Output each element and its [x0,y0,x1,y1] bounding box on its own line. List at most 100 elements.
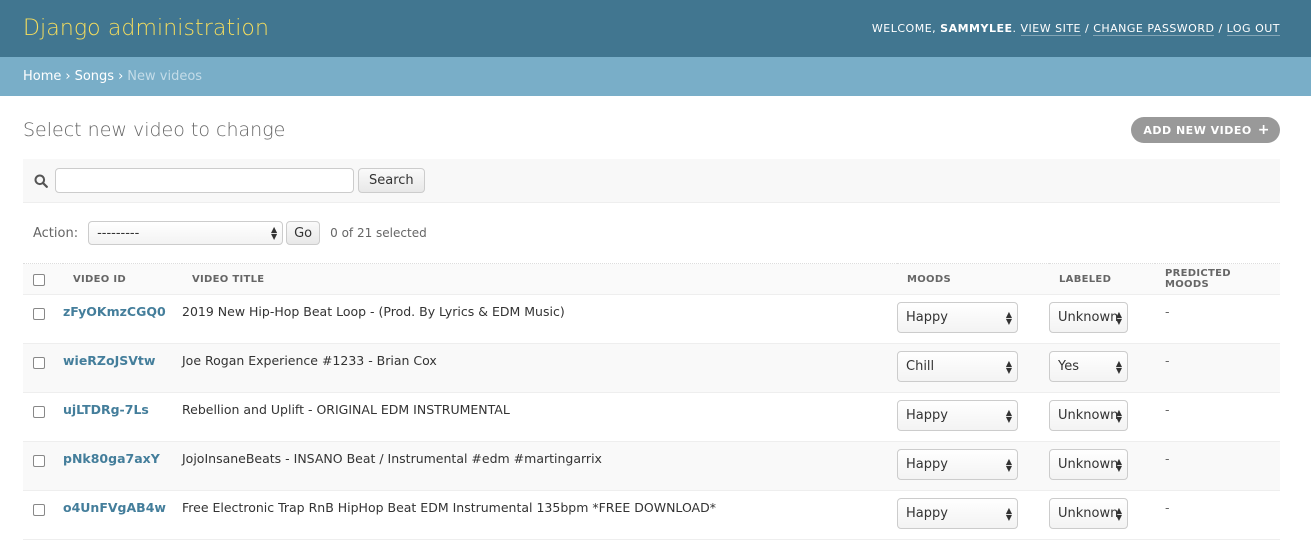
table-row: wieRZoJSVtw Joe Rogan Experience #1233 -… [23,343,1280,393]
action-select[interactable]: --------- ▲ ▼ [88,221,284,245]
row-checkbox[interactable] [33,406,45,418]
content: Select new video to change Add new video… [0,96,1311,540]
video-id-cell: zFyOKmzCGQ0 [63,294,182,344]
select-arrows-icon: ▲ ▼ [1005,358,1012,375]
mood-value: Happy [906,408,948,423]
table-row: ujLTDRg-7Ls Rebellion and Uplift - ORIGI… [23,392,1280,442]
row-checkbox[interactable] [33,357,45,369]
row-check-cell [23,343,63,393]
site-title[interactable]: Django administration [23,16,269,41]
video-id-link[interactable]: wieRZoJSVtw [63,353,155,368]
row-check-cell [23,490,63,540]
go-button[interactable]: Go [286,221,321,245]
labeled-value: Yes [1058,359,1079,374]
select-arrows-icon: ▲ ▼ [1005,309,1012,326]
mood-cell: Happy ▲ ▼ [897,294,1049,344]
video-id-link[interactable]: o4UnFVgAB4w [63,500,166,515]
labeled-value: Unknown [1058,310,1119,325]
breadcrumb-home[interactable]: Home [23,69,61,84]
search-input[interactable] [55,168,354,193]
row-checkbox[interactable] [33,308,45,320]
predicted-moods-cell: - [1155,294,1280,344]
video-title-cell: JojoInsaneBeats - INSANO Beat / Instrume… [182,441,897,491]
header-video-title[interactable]: Video title [182,263,897,295]
select-all-checkbox[interactable] [33,273,45,286]
row-checkbox[interactable] [33,455,45,467]
title-row: Select new video to change Add new video… [23,96,1280,164]
video-id-cell: ujLTDRg-7Ls [63,392,182,442]
labeled-cell: Unknown ▲ ▼ [1049,490,1155,540]
row-checkbox[interactable] [33,504,45,516]
breadcrumb-songs[interactable]: Songs [75,69,114,84]
mood-select[interactable]: Chill ▲ ▼ [897,351,1018,382]
username: sammylee [940,22,1013,35]
separator: / [1214,22,1227,35]
action-label: Action: [33,225,79,241]
mood-select[interactable]: Happy ▲ ▼ [897,302,1018,333]
labeled-select[interactable]: Unknown ▲ ▼ [1049,302,1128,333]
view-site-link[interactable]: View site [1020,22,1081,36]
mood-select[interactable]: Happy ▲ ▼ [897,400,1018,431]
row-check-cell [23,441,63,491]
page-title: Select new video to change [23,118,286,141]
labeled-value: Unknown [1058,408,1119,423]
select-arrows-icon: ▲ ▼ [1005,456,1012,473]
header-labeled[interactable]: Labeled [1049,263,1155,295]
select-arrows-icon: ▲ ▼ [1005,407,1012,424]
select-arrows-icon: ▲ ▼ [1115,407,1122,424]
log-out-link[interactable]: Log out [1226,22,1280,36]
separator: / [1081,22,1094,35]
header-moods[interactable]: Moods [897,263,1049,295]
search-button[interactable]: Search [358,168,425,193]
mood-select[interactable]: Happy ▲ ▼ [897,498,1018,529]
mood-cell: Chill ▲ ▼ [897,343,1049,393]
add-button-label: Add new video [1143,123,1252,137]
actions-bar: Action: --------- ▲ ▼ Go 0 of 21 selected [23,203,1280,263]
table-row: zFyOKmzCGQ0 2019 New Hip-Hop Beat Loop -… [23,294,1280,344]
breadcrumb: Home › Songs › New videos [0,57,1311,96]
labeled-cell: Yes ▲ ▼ [1049,343,1155,393]
mood-cell: Happy ▲ ▼ [897,490,1049,540]
video-id-link[interactable]: ujLTDRg-7Ls [63,402,149,417]
mood-value: Happy [906,310,948,325]
predicted-moods-cell: - [1155,441,1280,491]
user-tools: Welcome, sammylee. View site / Change pa… [871,22,1280,36]
mood-cell: Happy ▲ ▼ [897,392,1049,442]
video-id-cell: o4UnFVgAB4w [63,490,182,540]
labeled-select[interactable]: Unknown ▲ ▼ [1049,400,1128,431]
select-arrows-icon: ▲ ▼ [1115,505,1122,522]
video-title-cell: Rebellion and Uplift - ORIGINAL EDM INST… [182,392,897,442]
results-table: Video ID Video title Moods Labeled Predi… [23,263,1280,540]
welcome-text: Welcome, [871,22,937,35]
add-new-video-button[interactable]: Add new video + [1131,117,1280,143]
predicted-moods-cell: - [1155,392,1280,442]
table-row: pNk80ga7axY JojoInsaneBeats - INSANO Bea… [23,441,1280,491]
labeled-value: Unknown [1058,506,1119,521]
labeled-select[interactable]: Unknown ▲ ▼ [1049,449,1128,480]
labeled-cell: Unknown ▲ ▼ [1049,392,1155,442]
header-video-id[interactable]: Video ID [63,263,182,295]
mood-select[interactable]: Happy ▲ ▼ [897,449,1018,480]
select-arrows-icon: ▲ ▼ [1115,309,1122,326]
row-check-cell [23,294,63,344]
video-title-cell: Joe Rogan Experience #1233 - Brian Cox [182,343,897,393]
video-id-link[interactable]: zFyOKmzCGQ0 [63,304,166,319]
video-id-link[interactable]: pNk80ga7axY [63,451,160,466]
labeled-cell: Unknown ▲ ▼ [1049,441,1155,491]
mood-value: Chill [906,359,935,374]
labeled-select[interactable]: Yes ▲ ▼ [1049,351,1128,382]
mood-value: Happy [906,457,948,472]
breadcrumb-separator: › [65,69,71,84]
header-predicted-moods[interactable]: Predicted moods [1155,263,1280,295]
search-toolbar: Search [23,159,1280,203]
select-arrows-icon: ▲ ▼ [1005,505,1012,522]
select-arrows-icon: ▲ ▼ [1115,456,1122,473]
change-password-link[interactable]: Change password [1093,22,1215,36]
selection-counter: 0 of 21 selected [330,226,427,240]
table-row: o4UnFVgAB4w Free Electronic Trap RnB Hip… [23,490,1280,540]
row-check-cell [23,392,63,442]
predicted-moods-cell: - [1155,490,1280,540]
search-icon [33,173,49,189]
plus-icon: + [1257,122,1270,138]
labeled-select[interactable]: Unknown ▲ ▼ [1049,498,1128,529]
